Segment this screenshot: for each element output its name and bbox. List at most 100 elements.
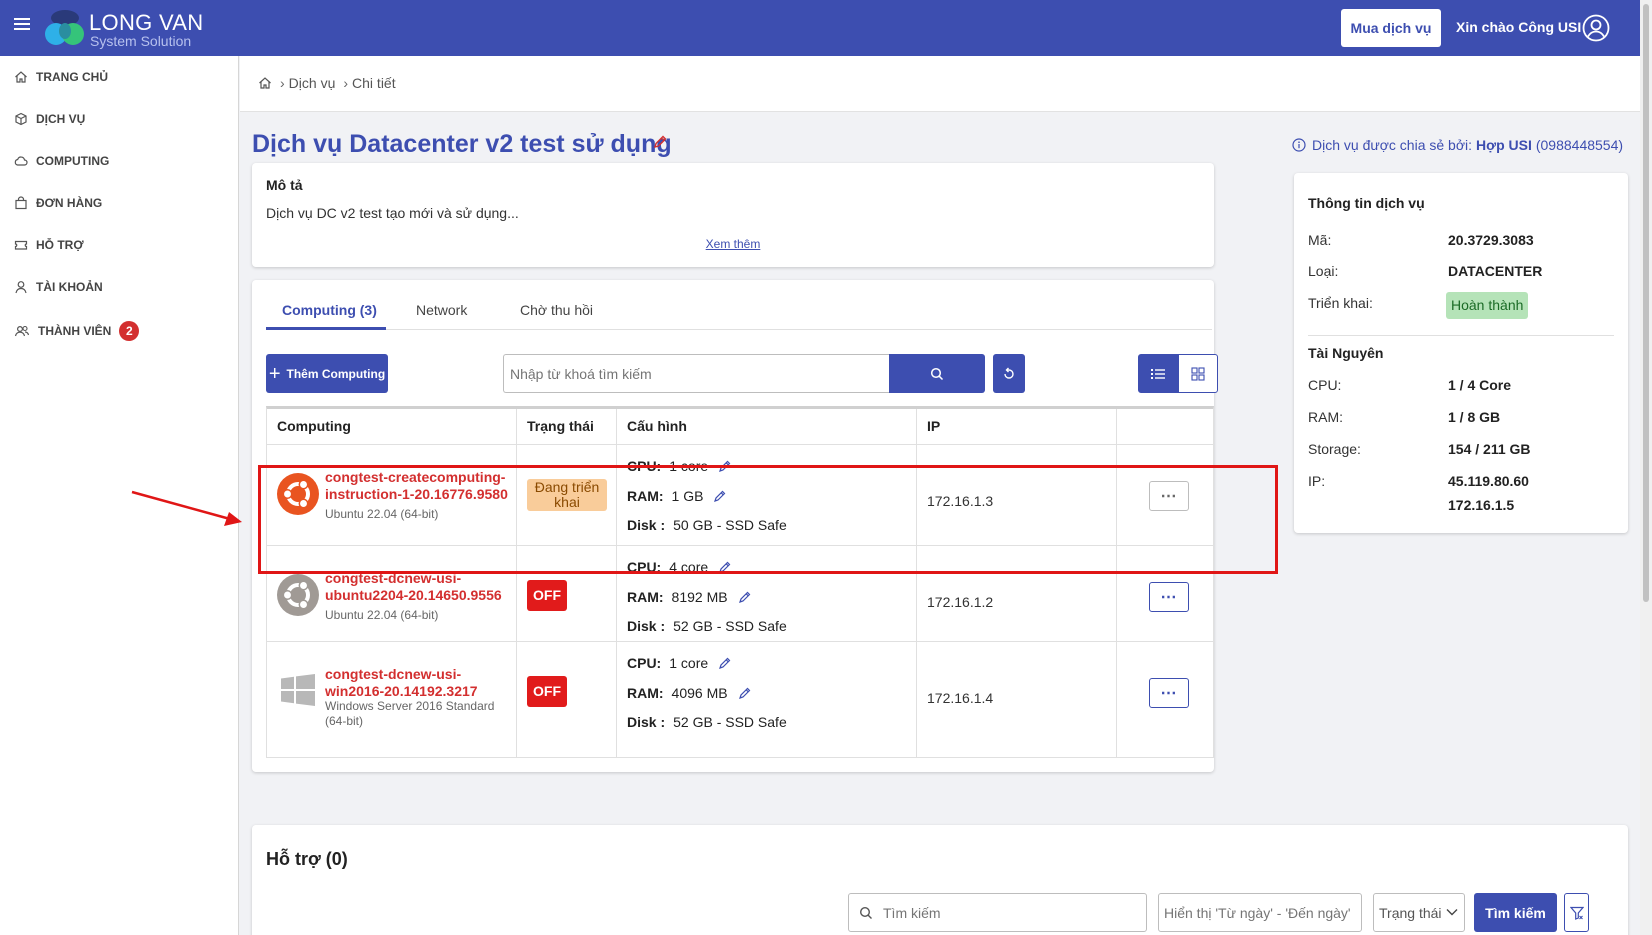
- search-button[interactable]: [889, 354, 985, 393]
- edit-ram-icon[interactable]: [703, 489, 727, 503]
- spec-cpu: CPU: 1 core: [627, 457, 732, 475]
- info-type-label: Loại:: [1308, 263, 1339, 279]
- ip-address: 172.16.1.2: [927, 594, 994, 610]
- support-search-field[interactable]: [848, 893, 1147, 932]
- sidebar-item-label: HỖ TRỢ: [36, 238, 84, 252]
- tab-pending-recall[interactable]: Chờ thu hồi: [520, 302, 593, 318]
- sidebar-item-support[interactable]: HỖ TRỢ: [14, 234, 84, 256]
- refresh-button[interactable]: [993, 354, 1025, 393]
- sidebar-item-services[interactable]: DỊCH VỤ: [14, 108, 85, 130]
- ubuntu-icon: [277, 473, 319, 515]
- table-row: congtest-createcomputing-instruction-1-2…: [267, 444, 1213, 545]
- divider: [1308, 335, 1614, 336]
- refresh-icon: [1004, 367, 1014, 379]
- info-icon: [1292, 138, 1306, 152]
- computing-os: Windows Server 2016 Standard (64-bit): [325, 699, 495, 728]
- page-title: Dịch vụ Datacenter v2 test sử dụng: [252, 130, 672, 158]
- top-bar: LONG VAN System Solution Mua dịch vụ Xin…: [0, 0, 1640, 56]
- service-info-card: Thông tin dịch vụ Mã: 20.3729.3083 Loại:…: [1294, 173, 1628, 533]
- table-row: congtest-dcnew-usi-win2016-20.14192.3217…: [267, 641, 1213, 742]
- logo[interactable]: LONG VAN System Solution: [44, 8, 204, 49]
- computing-name-link[interactable]: congtest-dcnew-usi-win2016-20.14192.3217: [325, 666, 515, 700]
- spec-ram-label: RAM:: [627, 685, 664, 701]
- spec-disk-label: Disk :: [627, 714, 666, 730]
- spec-cpu-label: CPU:: [627, 559, 662, 575]
- sidebar-item-account[interactable]: TÀI KHOẢN: [14, 276, 103, 298]
- greeting-text: Xin chào Công USI: [1456, 19, 1582, 35]
- spec-cpu: CPU: 1 core: [627, 654, 732, 672]
- edit-ram-icon[interactable]: [728, 686, 752, 700]
- logo-icon: [45, 10, 84, 45]
- status-select[interactable]: Trạng thái: [1373, 893, 1465, 932]
- support-search-button[interactable]: Tìm kiếm: [1474, 893, 1557, 932]
- add-computing-button[interactable]: + Thêm Computing: [266, 354, 388, 393]
- list-view-button[interactable]: [1138, 354, 1178, 393]
- scrollbar-thumb[interactable]: [1643, 4, 1649, 602]
- computing-name-link[interactable]: congtest-createcomputing-instruction-1-2…: [325, 469, 515, 503]
- hamburger-icon[interactable]: [14, 17, 30, 31]
- computing-search-input[interactable]: [503, 354, 889, 393]
- status-badge: Đang triển khai: [527, 479, 607, 511]
- edit-cpu-icon[interactable]: [708, 656, 732, 670]
- date-range-input[interactable]: [1158, 893, 1362, 932]
- sidebar-item-label: ĐƠN HÀNG: [36, 196, 103, 210]
- sidebar-item-members[interactable]: THÀNH VIÊN 2: [14, 320, 140, 342]
- info-storage-value: 154 / 211 GB: [1448, 441, 1531, 457]
- edit-pencil-icon[interactable]: [652, 134, 668, 150]
- spec-ram-label: RAM:: [627, 488, 664, 504]
- tab-computing[interactable]: Computing (3): [282, 302, 377, 318]
- spec-disk-label: Disk :: [627, 517, 666, 533]
- spec-ram: RAM: 1 GB: [627, 487, 727, 505]
- info-ip-value-2: 172.16.1.5: [1448, 497, 1515, 513]
- home-icon: [15, 71, 27, 83]
- grid-icon: [1191, 366, 1205, 381]
- edit-cpu-icon[interactable]: [708, 560, 732, 574]
- chevron-down-icon: [1446, 909, 1458, 916]
- info-code-value: 20.3729.3083: [1448, 232, 1534, 248]
- spec-disk-value: 50 GB - SSD Safe: [673, 517, 787, 533]
- user-circle-icon[interactable]: [1582, 14, 1610, 42]
- row-actions-button[interactable]: ⋯: [1149, 678, 1189, 708]
- filter-button[interactable]: [1564, 893, 1589, 932]
- info-storage-label: Storage:: [1308, 441, 1361, 457]
- support-title: Hỗ trợ (0): [266, 849, 348, 869]
- grid-view-button[interactable]: [1178, 354, 1218, 393]
- column-header-computing: Computing: [277, 418, 351, 434]
- spec-disk: Disk : 52 GB - SSD Safe: [627, 713, 787, 731]
- sidebar-item-label: THÀNH VIÊN: [38, 324, 112, 338]
- filter-icon: [1569, 906, 1584, 920]
- sidebar-item-label: DỊCH VỤ: [36, 112, 86, 126]
- table-row: congtest-dcnew-usi-ubuntu2204-20.14650.9…: [267, 545, 1213, 646]
- computing-name-link[interactable]: congtest-dcnew-usi-ubuntu2204-20.14650.9…: [325, 570, 515, 604]
- sidebar-item-orders[interactable]: ĐƠN HÀNG: [14, 192, 102, 214]
- support-search-input[interactable]: [883, 894, 1143, 931]
- spec-ram: RAM: 8192 MB: [627, 588, 752, 606]
- computing-table: Computing Trạng thái Cấu hình IP congtes…: [266, 406, 1214, 758]
- see-more-link[interactable]: Xem thêm: [252, 237, 1214, 251]
- cloud-icon: [14, 156, 28, 166]
- sidebar-item-home[interactable]: TRANG CHỦ: [14, 66, 108, 88]
- row-actions-button[interactable]: ⋯: [1149, 582, 1189, 612]
- computing-os: Ubuntu 22.04 (64-bit): [325, 507, 439, 521]
- buy-service-button[interactable]: Mua dịch vụ: [1341, 9, 1441, 47]
- breadcrumb-item-services[interactable]: Dịch vụ: [289, 75, 336, 91]
- spec-disk: Disk : 50 GB - SSD Safe: [627, 516, 787, 534]
- edit-cpu-icon[interactable]: [708, 459, 732, 473]
- tab-network[interactable]: Network: [416, 302, 467, 318]
- computing-card: Computing (3) Network Chờ thu hồi + Thêm…: [252, 280, 1218, 772]
- user-icon: [15, 281, 27, 294]
- sidebar-item-computing[interactable]: COMPUTING: [14, 150, 109, 172]
- spec-disk-label: Disk :: [627, 618, 666, 634]
- home-icon[interactable]: [258, 76, 272, 90]
- ticket-icon: [14, 240, 28, 250]
- support-card: Hỗ trợ (0) Trạng thái Tìm kiếm: [252, 825, 1628, 935]
- breadcrumb: › Dịch vụ › Chi tiết: [258, 75, 396, 91]
- edit-ram-icon[interactable]: [728, 590, 752, 604]
- description-title: Mô tả: [266, 177, 303, 193]
- ip-address: 172.16.1.4: [927, 690, 994, 706]
- deploy-status-badge: Hoàn thành: [1446, 292, 1529, 319]
- bag-icon: [15, 196, 27, 210]
- info-deploy-label: Triển khai:: [1308, 295, 1373, 311]
- shared-phone: (0988448554): [1535, 137, 1624, 153]
- row-actions-button[interactable]: ⋯: [1149, 481, 1189, 511]
